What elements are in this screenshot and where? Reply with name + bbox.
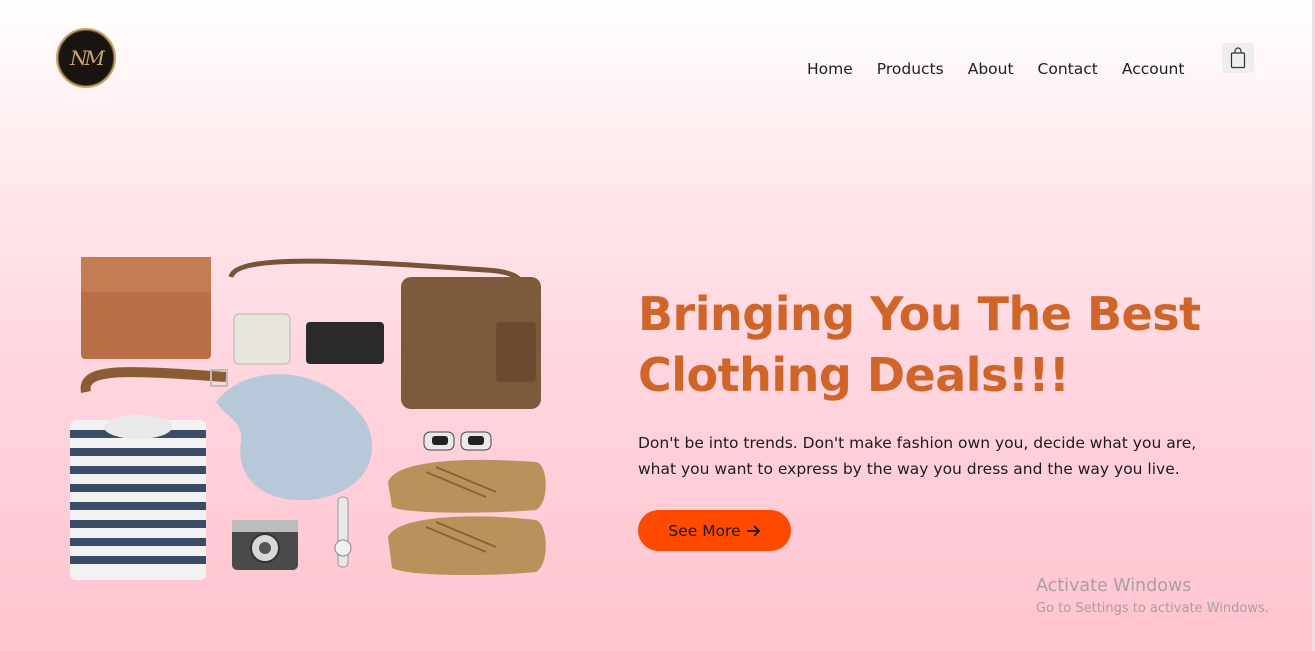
see-more-label: See More	[668, 521, 741, 540]
nav-products[interactable]: Products	[877, 60, 944, 78]
hero-tagline: Don't be into trends. Don't make fashion…	[638, 430, 1238, 482]
sunglasses	[423, 431, 492, 451]
hero-headline-line1: Bringing You The Best	[638, 287, 1201, 341]
brand-logo[interactable]: NM	[56, 28, 116, 88]
watch	[334, 496, 352, 568]
camera	[232, 520, 298, 570]
black-wallet	[306, 322, 384, 364]
nav-home[interactable]: Home	[807, 60, 853, 78]
scarf	[216, 374, 373, 501]
hero-tagline-line2: what you want to express by the way you …	[638, 460, 1180, 478]
nav-contact[interactable]: Contact	[1038, 60, 1098, 78]
activation-watermark-title: Activate Windows	[1036, 576, 1192, 596]
arrow-right-icon	[746, 525, 760, 536]
shopping-bag-icon	[1230, 47, 1246, 69]
boots	[388, 459, 546, 576]
cart-button[interactable]	[1222, 43, 1254, 73]
activation-watermark-subtitle: Go to Settings to activate Windows.	[1036, 601, 1269, 616]
see-more-button[interactable]: See More	[638, 510, 791, 551]
nav-about[interactable]: About	[968, 60, 1014, 78]
hero-headline-line2: Clothing Deals!!!	[638, 348, 1070, 402]
belt	[80, 367, 227, 393]
main-nav: Home Products About Contact Account	[807, 60, 1208, 78]
logo-monogram: NM	[70, 46, 105, 70]
hero-headline: Bringing You The Best Clothing Deals!!!	[638, 284, 1258, 406]
hero-flatlay-image	[70, 257, 546, 580]
small-pouch	[233, 313, 291, 365]
striped-shirt	[70, 415, 206, 580]
hero-tagline-line1: Don't be into trends. Don't make fashion…	[638, 434, 1197, 452]
nav-account[interactable]: Account	[1122, 60, 1185, 78]
